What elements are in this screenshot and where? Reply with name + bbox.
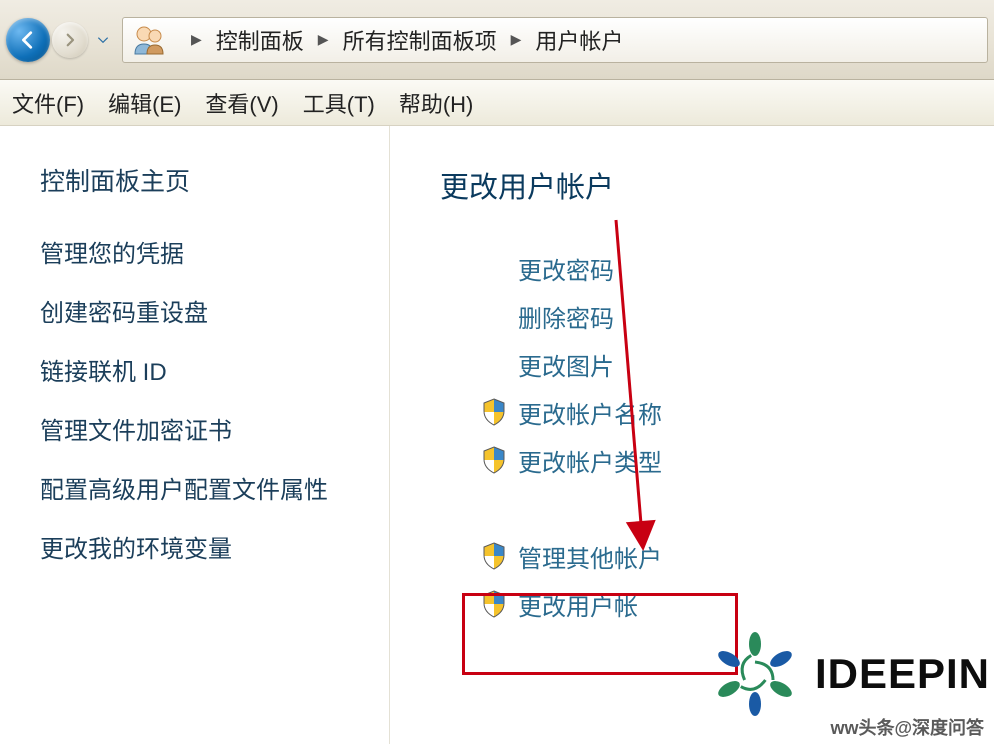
- action-change-picture[interactable]: 更改图片: [480, 340, 994, 388]
- sidebar-link-password-reset-disk[interactable]: 创建密码重设盘: [40, 293, 369, 328]
- menu-item-help[interactable]: 帮助(H): [399, 87, 474, 119]
- breadcrumb-item[interactable]: 所有控制面板项: [343, 24, 497, 56]
- menu-item-edit[interactable]: 编辑(E): [108, 87, 181, 119]
- action-label: 更改帐户名称: [518, 395, 662, 430]
- arrow-left-icon: [17, 29, 39, 51]
- user-accounts-icon: [131, 22, 167, 58]
- action-change-password[interactable]: 更改密码: [480, 244, 994, 292]
- history-dropdown[interactable]: [92, 29, 114, 51]
- action-label: 管理其他帐户: [518, 539, 662, 574]
- watermark-line: ww头条@深度问答: [830, 714, 984, 740]
- breadcrumb-separator: ▶: [511, 31, 522, 48]
- breadcrumb-item[interactable]: 控制面板: [216, 24, 304, 56]
- action-label: 更改帐户类型: [518, 443, 662, 478]
- sidebar-link-advanced-profile[interactable]: 配置高级用户配置文件属性: [40, 470, 369, 505]
- logo-area: IDEEPIN: [705, 624, 990, 724]
- arrow-right-icon: [61, 31, 79, 49]
- address-bar[interactable]: ▶ 控制面板 ▶ 所有控制面板项 ▶ 用户帐户: [122, 17, 988, 63]
- menu-bar: 文件(F) 编辑(E) 查看(V) 工具(T) 帮助(H): [0, 80, 994, 126]
- back-button[interactable]: [6, 18, 50, 62]
- forward-button[interactable]: [52, 22, 88, 58]
- sidebar-link-file-encryption[interactable]: 管理文件加密证书: [40, 411, 369, 446]
- shield-icon: [480, 542, 508, 570]
- action-change-account-type[interactable]: 更改帐户类型: [480, 436, 994, 484]
- action-group-2: 管理其他帐户 更改用户帐: [480, 532, 994, 628]
- action-change-uac[interactable]: 更改用户帐: [480, 580, 994, 628]
- action-label: 更改用户帐: [518, 587, 638, 622]
- action-delete-password[interactable]: 删除密码: [480, 292, 994, 340]
- chevron-down-icon: [96, 33, 110, 47]
- sidebar-link-env-variables[interactable]: 更改我的环境变量: [40, 529, 369, 564]
- action-label: 更改密码: [518, 251, 614, 286]
- action-manage-other-accounts[interactable]: 管理其他帐户: [480, 532, 994, 580]
- sidebar-link-credentials[interactable]: 管理您的凭据: [40, 234, 369, 269]
- logo-swirl-icon: [705, 624, 805, 724]
- action-list: 更改密码 删除密码 更改图片 更改帐户名称 更改帐户类型: [440, 244, 994, 628]
- breadcrumb-separator: ▶: [191, 31, 202, 48]
- nav-buttons: [6, 18, 114, 62]
- nav-bar: ▶ 控制面板 ▶ 所有控制面板项 ▶ 用户帐户: [0, 0, 994, 80]
- page-title: 更改用户帐户: [440, 164, 994, 206]
- sidebar-title: 控制面板主页: [40, 162, 369, 198]
- action-label: 删除密码: [518, 299, 614, 334]
- shield-icon: [480, 446, 508, 474]
- sidebar: 控制面板主页 管理您的凭据 创建密码重设盘 链接联机 ID 管理文件加密证书 配…: [0, 126, 390, 744]
- menu-item-tools[interactable]: 工具(T): [303, 87, 375, 119]
- logo-text: IDEEPIN: [815, 650, 990, 698]
- breadcrumb-item[interactable]: 用户帐户: [535, 24, 623, 56]
- sidebar-link-online-id[interactable]: 链接联机 ID: [40, 352, 369, 387]
- shield-icon: [480, 398, 508, 426]
- menu-item-file[interactable]: 文件(F): [12, 87, 84, 119]
- action-change-account-name[interactable]: 更改帐户名称: [480, 388, 994, 436]
- breadcrumb-separator: ▶: [318, 31, 329, 48]
- menu-item-view[interactable]: 查看(V): [205, 87, 278, 119]
- shield-icon: [480, 590, 508, 618]
- action-label: 更改图片: [518, 347, 614, 382]
